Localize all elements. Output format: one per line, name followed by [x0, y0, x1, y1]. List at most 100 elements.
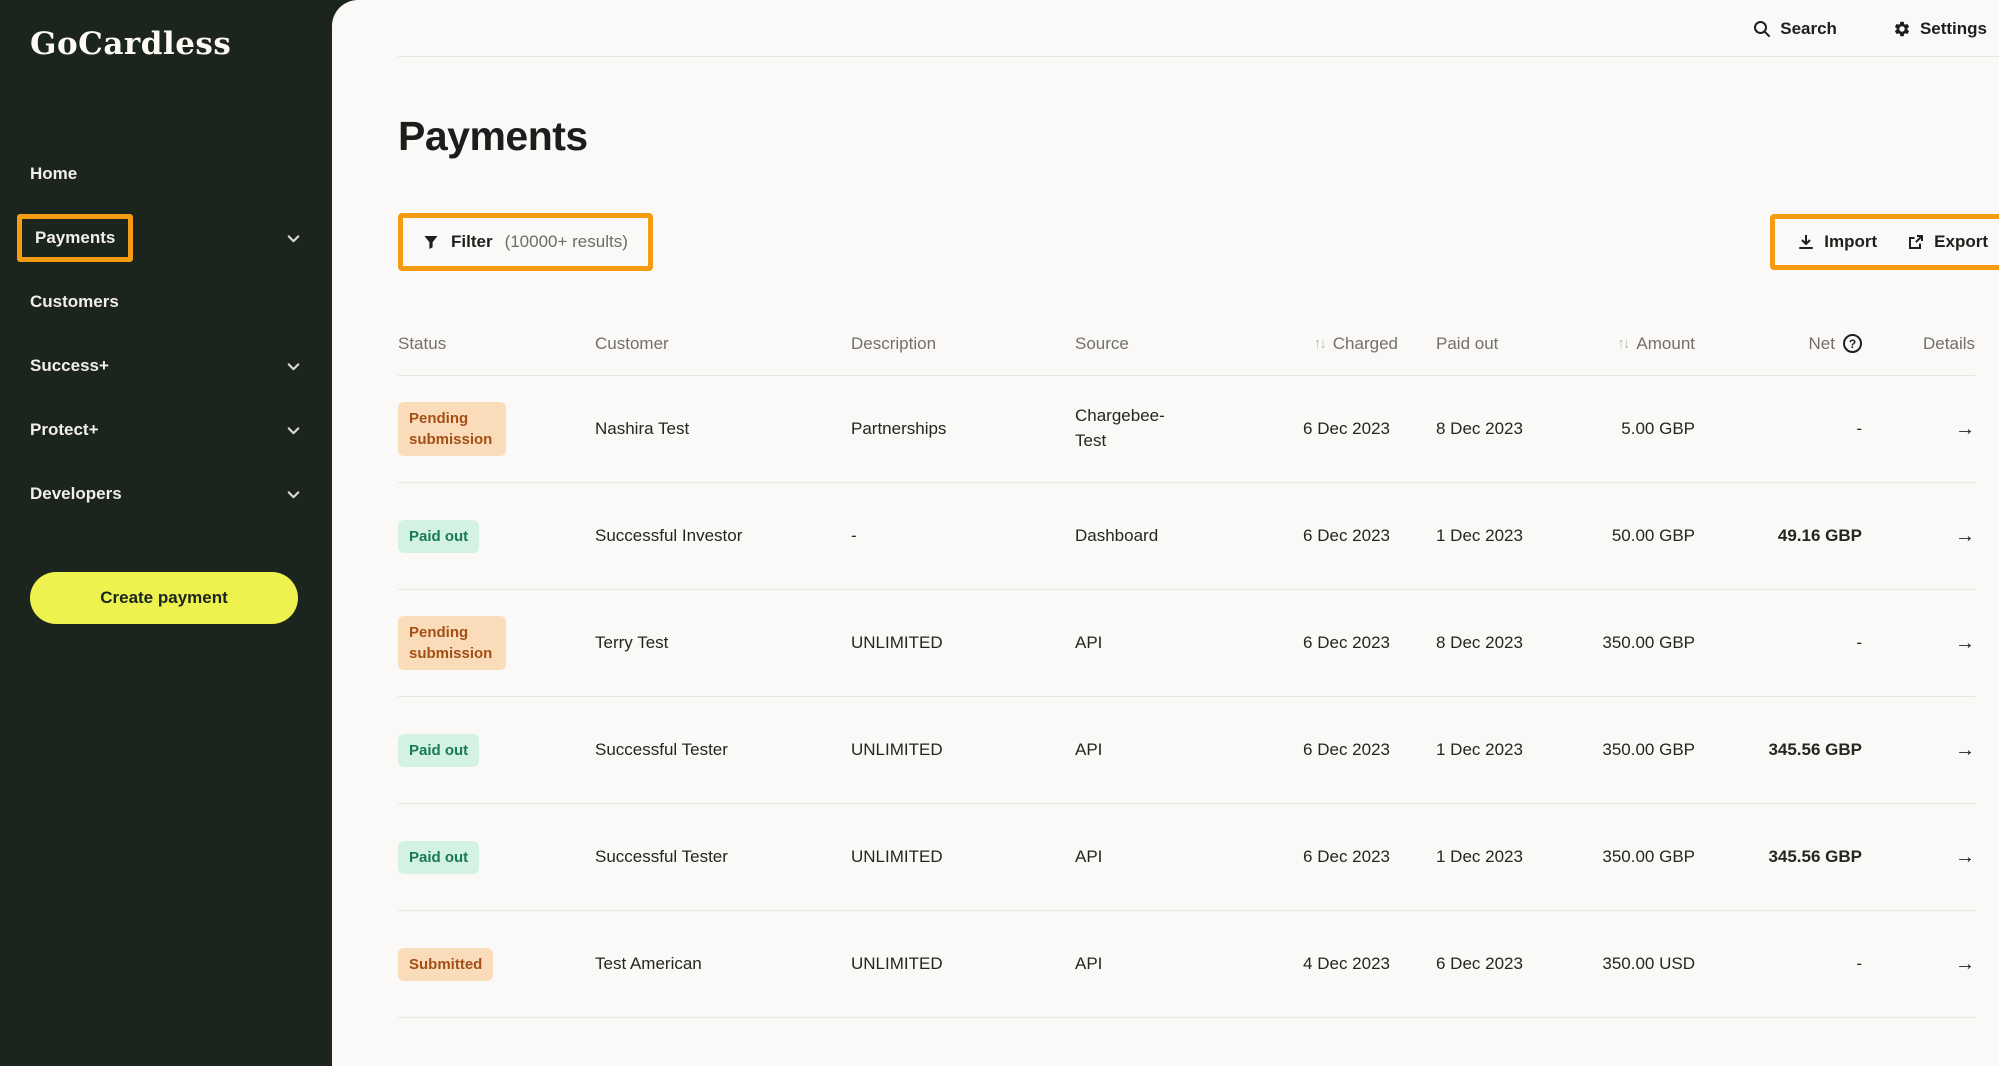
chevron-down-icon [285, 358, 302, 375]
sidebar-item-customers[interactable]: Customers [30, 270, 302, 334]
charged-cell: 4 Dec 2023 [1243, 954, 1398, 974]
filter-funnel-icon [423, 234, 439, 250]
customer-cell: Successful Tester [595, 740, 851, 760]
export-button[interactable]: Export [1907, 232, 1988, 252]
sidebar-item-label: Protect+ [30, 420, 99, 440]
table-row[interactable]: Paid out Successful Investor - Dashboard… [398, 483, 1975, 590]
charged-cell: 6 Dec 2023 [1243, 526, 1398, 546]
table-body: Pending submission Nashira Test Partners… [398, 376, 1975, 1018]
status-badge: Submitted [398, 948, 493, 981]
sidebar-item-developers[interactable]: Developers [30, 462, 302, 526]
charged-cell: 6 Dec 2023 [1243, 847, 1398, 867]
amount-cell: 350.00 GBP [1524, 633, 1695, 653]
help-question-icon[interactable]: ? [1843, 334, 1862, 353]
column-header-net: Net ? [1695, 334, 1862, 354]
sidebar-item-label: Developers [30, 484, 122, 504]
description-cell: - [851, 526, 1075, 546]
search-label: Search [1780, 19, 1837, 39]
amount-cell: 350.00 GBP [1524, 847, 1695, 867]
column-header-amount[interactable]: ↑↓ Amount [1524, 334, 1695, 354]
filter-button[interactable]: Filter (10000+ results) [403, 218, 648, 266]
charged-cell: 6 Dec 2023 [1243, 419, 1398, 439]
source-cell: API [1075, 631, 1243, 656]
row-details-arrow[interactable]: → [1862, 953, 1975, 976]
status-badge: Paid out [398, 841, 479, 874]
paid-out-cell: 6 Dec 2023 [1398, 952, 1524, 977]
row-details-arrow[interactable]: → [1862, 632, 1975, 655]
gocardless-logo: GoCardless [30, 26, 302, 62]
column-header-source: Source [1075, 334, 1243, 354]
column-header-customer: Customer [595, 334, 851, 354]
column-header-paid-out: Paid out [1398, 334, 1524, 354]
table-row[interactable]: Submitted Test American UNLIMITED API 4 … [398, 911, 1975, 1018]
net-cell: - [1695, 954, 1862, 974]
amount-cell: 5.00 GBP [1524, 419, 1695, 439]
status-cell: Pending submission [398, 402, 595, 456]
settings-label: Settings [1920, 19, 1987, 39]
row-details-arrow[interactable]: → [1862, 739, 1975, 762]
sort-icon[interactable]: ↑↓ [1314, 335, 1325, 352]
main-panel: Search Settings Payments Filter (10000+ … [332, 0, 1999, 1066]
sidebar-nav: Home Payments Customers Success+ Protect… [30, 142, 302, 526]
paid-out-cell: 1 Dec 2023 [1398, 738, 1524, 763]
sidebar-item-success-plus[interactable]: Success+ [30, 334, 302, 398]
annotation-highlight-payments: Payments [17, 214, 133, 262]
chevron-down-icon [285, 486, 302, 503]
customer-cell: Terry Test [595, 633, 851, 653]
status-cell: Paid out [398, 841, 595, 874]
sidebar: GoCardless Home Payments Customers Succe… [0, 0, 332, 1066]
external-link-icon [1907, 233, 1925, 251]
filter-results-count: (10000+ results) [505, 232, 628, 252]
amount-cell: 50.00 GBP [1524, 526, 1695, 546]
create-payment-button[interactable]: Create payment [30, 572, 298, 624]
description-cell: UNLIMITED [851, 847, 1075, 867]
net-cell: 49.16 GBP [1695, 526, 1862, 546]
amount-cell: 350.00 USD [1524, 954, 1695, 974]
sidebar-item-label: Success+ [30, 356, 109, 376]
status-cell: Submitted [398, 948, 595, 981]
import-label: Import [1824, 232, 1877, 252]
row-details-arrow[interactable]: → [1862, 418, 1975, 441]
status-badge: Pending submission [398, 402, 506, 456]
table-row[interactable]: Paid out Successful Tester UNLIMITED API… [398, 804, 1975, 911]
chevron-down-icon [285, 230, 302, 247]
sidebar-item-payments[interactable]: Payments [30, 206, 302, 270]
import-button[interactable]: Import [1797, 232, 1877, 252]
description-cell: Partnerships [851, 419, 1075, 439]
column-header-label: Net [1809, 334, 1835, 354]
sort-icon[interactable]: ↑↓ [1617, 335, 1628, 352]
description-cell: UNLIMITED [851, 633, 1075, 653]
paid-out-cell: 8 Dec 2023 [1398, 417, 1524, 442]
status-badge: Paid out [398, 734, 479, 767]
sidebar-item-label: Payments [35, 228, 115, 247]
sidebar-item-label: Customers [30, 292, 119, 312]
table-row[interactable]: Pending submission Nashira Test Partners… [398, 376, 1975, 483]
net-cell: 345.56 GBP [1695, 740, 1862, 760]
source-cell: Chargebee-Test [1075, 404, 1243, 453]
column-header-charged[interactable]: ↑↓ Charged [1243, 334, 1398, 354]
charged-cell: 6 Dec 2023 [1243, 740, 1398, 760]
search-button[interactable]: Search [1753, 19, 1837, 39]
source-cell: API [1075, 952, 1243, 977]
annotation-highlight-filter: Filter (10000+ results) [398, 213, 653, 271]
sidebar-item-protect-plus[interactable]: Protect+ [30, 398, 302, 462]
settings-button[interactable]: Settings [1893, 19, 1987, 39]
paid-out-cell: 1 Dec 2023 [1398, 845, 1524, 870]
chevron-down-icon [285, 422, 302, 439]
customer-cell: Test American [595, 954, 851, 974]
sidebar-item-home[interactable]: Home [30, 142, 302, 206]
search-icon [1753, 20, 1771, 38]
table-row[interactable]: Pending submission Terry Test UNLIMITED … [398, 590, 1975, 697]
net-cell: - [1695, 633, 1862, 653]
column-header-description: Description [851, 334, 1075, 354]
customer-cell: Successful Investor [595, 526, 851, 546]
row-details-arrow[interactable]: → [1862, 525, 1975, 548]
table-row[interactable]: Paid out Successful Tester UNLIMITED API… [398, 697, 1975, 804]
content-area: Payments Filter (10000+ results) Import [332, 113, 1999, 1018]
page-title: Payments [398, 113, 1975, 160]
status-cell: Pending submission [398, 616, 595, 670]
row-details-arrow[interactable]: → [1862, 846, 1975, 869]
status-cell: Paid out [398, 520, 595, 553]
column-header-details: Details [1862, 334, 1975, 354]
description-cell: UNLIMITED [851, 954, 1075, 974]
